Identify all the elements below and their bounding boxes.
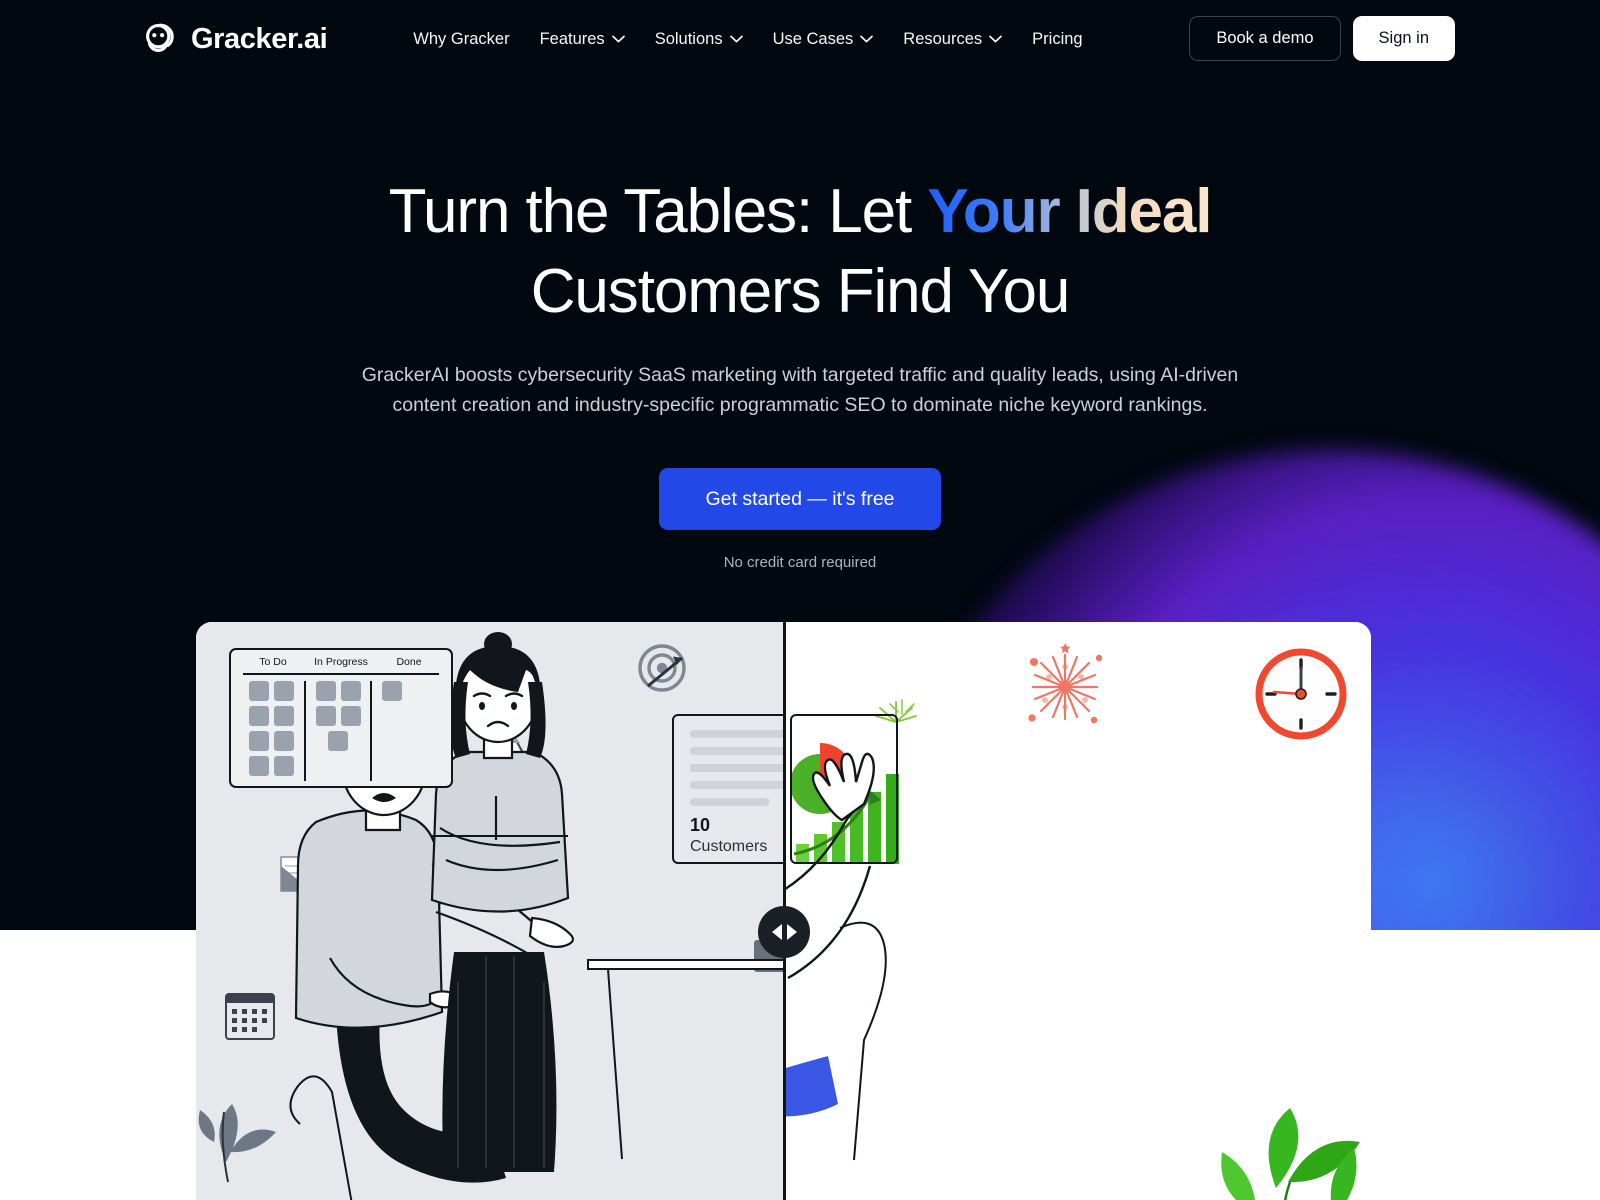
- headline-text-1: Turn the Tables: Let: [388, 177, 928, 246]
- kanban-card: [273, 680, 294, 701]
- left-arrow-icon: [771, 924, 782, 940]
- book-a-demo-button[interactable]: Book a demo: [1189, 16, 1341, 61]
- kanban-body: [239, 680, 443, 781]
- comparison-slider-handle[interactable]: [758, 906, 810, 958]
- headline-text-2: Customers Find You: [530, 257, 1071, 326]
- kanban-cards-inprogress: [306, 680, 371, 781]
- brand-logo[interactable]: Gracker.ai: [143, 22, 328, 56]
- kanban-header: To Do In Progress Done: [239, 656, 443, 673]
- customers-label: Customers: [690, 838, 768, 855]
- clock-icon: [1255, 648, 1347, 740]
- kanban-card: [382, 680, 403, 701]
- hero-subheadline: GrackerAI boosts cybersecurity SaaS mark…: [361, 364, 1239, 416]
- kanban-column-inprogress: In Progress: [307, 656, 375, 673]
- nav-label: Features: [539, 29, 605, 48]
- placeholder-line: [690, 747, 784, 755]
- kanban-column-title: In Progress: [314, 656, 368, 668]
- page-title: Turn the Tables: Let Your Ideal Customer…: [0, 172, 1600, 332]
- nav-label: Use Cases: [772, 29, 854, 48]
- nav-item-resources[interactable]: Resources: [903, 29, 1003, 49]
- header-actions: Book a demo Sign in: [1189, 16, 1455, 61]
- kanban-card: [315, 705, 336, 726]
- kanban-card: [328, 730, 348, 751]
- chevron-down-icon: [611, 35, 625, 43]
- customers-count: 10: [690, 815, 711, 835]
- kanban-card: [340, 705, 361, 726]
- cta-group: Get started — it's free No credit card r…: [0, 468, 1600, 571]
- kanban-board: To Do In Progress Done: [229, 648, 453, 788]
- kanban-cards-todo: [239, 680, 304, 781]
- nav-item-features[interactable]: Features: [540, 30, 625, 49]
- after-pane: After Gracker: [784, 622, 1371, 1200]
- kanban-column-title: To Do: [259, 656, 287, 668]
- kanban-card: [248, 755, 269, 776]
- before-pane: To Do In Progress Done 10 Customers: [196, 622, 784, 1200]
- customers-metric-card: $ 10 Customers: [672, 714, 784, 864]
- kanban-card: [315, 680, 336, 701]
- kanban-card: [248, 680, 269, 701]
- kanban-card: [340, 680, 361, 701]
- nav-item-why-gracker[interactable]: Why Gracker: [413, 30, 509, 49]
- chevron-down-icon: [729, 35, 743, 43]
- nav-item-use-cases[interactable]: Use Cases: [773, 30, 874, 49]
- kanban-cards-done: [372, 680, 443, 781]
- kanban-card: [273, 730, 294, 751]
- nav-label: Solutions: [654, 29, 723, 48]
- headline-accent: Your Ideal: [927, 177, 1212, 246]
- placeholder-line: [690, 764, 784, 772]
- site-header: Gracker.ai Why Gracker Features Solution…: [0, 0, 1600, 78]
- calendar-icon: [225, 993, 275, 1040]
- chevron-down-icon: [989, 35, 1003, 43]
- placeholder-line: [690, 781, 784, 789]
- placeholder-line: [690, 798, 769, 806]
- kanban-card: [273, 705, 294, 726]
- before-after-comparison[interactable]: To Do In Progress Done 10 Customers: [196, 622, 1371, 1200]
- get-started-button[interactable]: Get started — it's free: [659, 468, 941, 530]
- brand-name: Gracker.ai: [191, 22, 328, 55]
- nav-label: Pricing: [1032, 29, 1083, 48]
- nav-label: Resources: [903, 29, 983, 48]
- nav-item-pricing[interactable]: Pricing: [1032, 30, 1082, 49]
- kanban-column-title: Done: [396, 656, 422, 668]
- kanban-divider: [243, 673, 439, 675]
- kanban-column-done: Done: [375, 656, 443, 673]
- kanban-column-todo: To Do: [239, 656, 307, 673]
- charts-card: [790, 714, 898, 864]
- kanban-card: [273, 755, 294, 776]
- placeholder-line: [690, 730, 784, 738]
- main-navigation: Why Gracker Features Solutions Use Cases…: [413, 30, 1082, 49]
- nav-label: Why Gracker: [413, 29, 510, 48]
- kanban-card: [248, 705, 269, 726]
- right-arrow-icon: [786, 924, 797, 940]
- smiley-face-logo-icon: [143, 22, 177, 56]
- nav-item-solutions[interactable]: Solutions: [655, 30, 743, 49]
- kanban-card: [248, 730, 269, 751]
- sign-in-button[interactable]: Sign in: [1352, 16, 1455, 61]
- hero-section: Turn the Tables: Let Your Ideal Customer…: [0, 0, 1600, 571]
- chevron-down-icon: [860, 35, 874, 43]
- cta-note: No credit card required: [723, 554, 877, 571]
